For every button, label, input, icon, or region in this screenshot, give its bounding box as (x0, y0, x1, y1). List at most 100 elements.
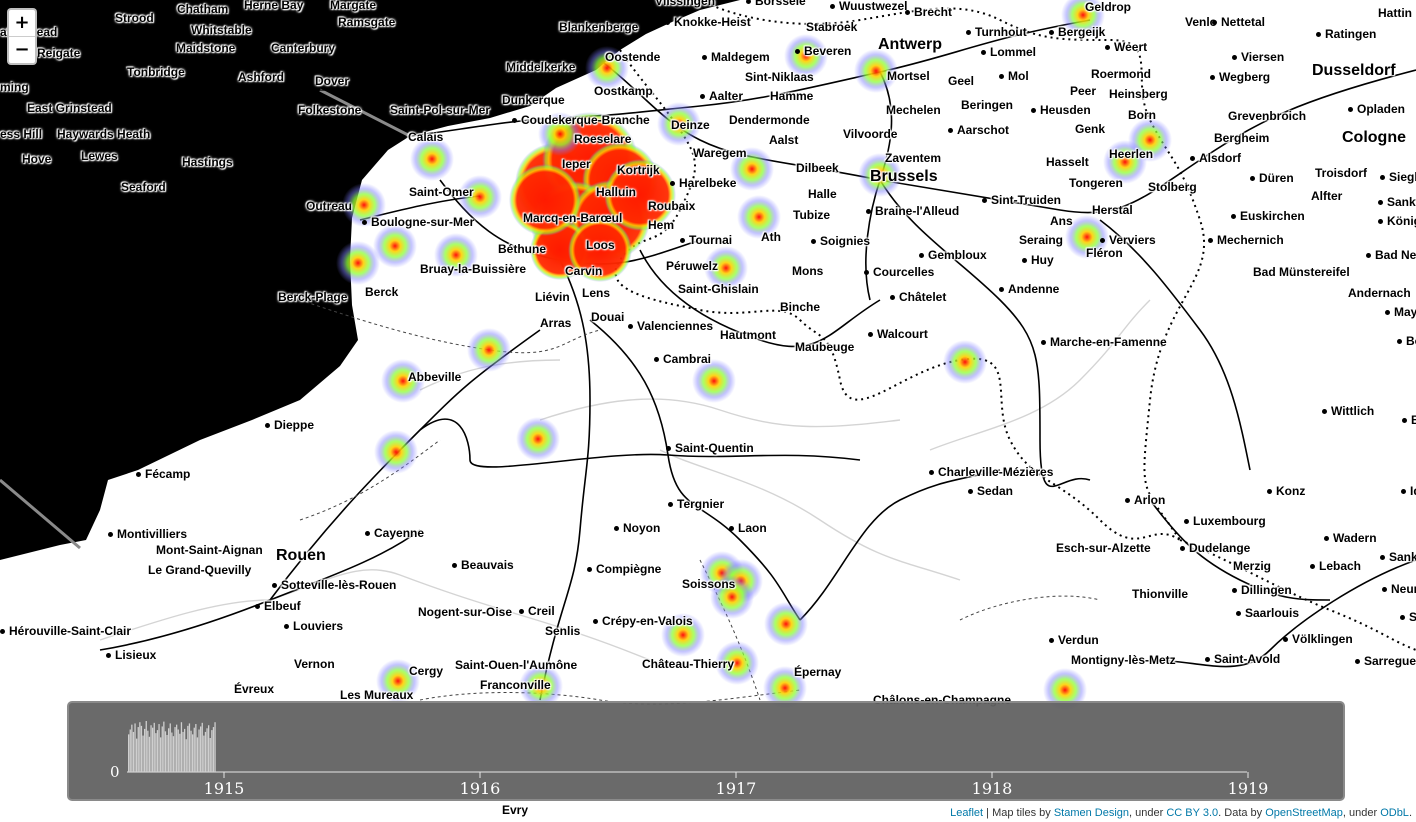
place-label: Loos (586, 238, 615, 252)
place-name: Heerlen (1109, 147, 1154, 161)
place-dot (72, 154, 77, 160)
place-label: Hattin (1378, 6, 1412, 20)
place-dot (1355, 659, 1360, 665)
place-label: Seraing (1019, 233, 1063, 247)
zoom-in-button[interactable]: + (9, 10, 35, 36)
place-label: Cergy (409, 664, 443, 678)
place-name: Bop (1406, 334, 1416, 348)
place-dot (519, 609, 524, 615)
place-label: Mayen (1385, 305, 1416, 319)
place-name: Whitstable (191, 23, 252, 37)
place-name: Vlissingen (655, 0, 716, 8)
place-dot (168, 7, 173, 13)
stamen-link[interactable]: Stamen Design (1054, 807, 1129, 819)
place-label: Abbeville (408, 370, 461, 384)
place-name: Hem (648, 218, 675, 232)
timeline-chart[interactable]: 0 1915 1916 1917 1918 1919 (69, 703, 1343, 799)
place-label: Tonbridge (118, 65, 185, 79)
place-name: Kortrijk (617, 163, 660, 177)
place-name: Cambrai (663, 352, 712, 366)
place-label: Stabroek (806, 20, 857, 34)
place-name: Sotteville-lès-Rouen (281, 578, 397, 592)
timeline-bar (166, 734, 168, 772)
place-name: Wuustwezel (839, 0, 908, 13)
odbl-link[interactable]: ODbL (1380, 807, 1409, 819)
place-name: Saint-Quentin (675, 441, 754, 455)
place-dot (729, 526, 734, 532)
place-name: Douai (591, 310, 625, 324)
place-dot (1310, 564, 1315, 570)
place-name: Mortsel (887, 69, 930, 83)
place-name: Sint-Niklaas (745, 70, 814, 84)
place-name: Hautmont (720, 328, 776, 342)
place-label: Heerlen (1109, 147, 1153, 161)
place-dot (18, 106, 23, 112)
place-name: Folkestone (298, 103, 362, 117)
place-name: Mechelen (886, 103, 941, 117)
leaflet-link[interactable]: Leaflet (950, 807, 983, 819)
place-dot (668, 502, 673, 508)
timeline-bar (208, 725, 210, 772)
place-dot (321, 3, 326, 9)
place-name: Beringen (961, 98, 1014, 112)
place-label: Lisieux (106, 648, 156, 662)
place-label: Maldegem (702, 50, 770, 64)
place-dot (1022, 258, 1027, 264)
place-dot (255, 604, 260, 610)
place-name: Ieper (562, 157, 591, 171)
place-name: Born (1128, 108, 1156, 122)
osm-link[interactable]: OpenStreetMap (1265, 807, 1343, 819)
timeline-bar (142, 735, 144, 772)
place-dot (1184, 519, 1189, 525)
timeline-x-tick-label: 1916 (460, 779, 501, 798)
place-name: Stolberg (1148, 180, 1197, 194)
timeline-bar (148, 736, 151, 772)
place-name: Aarschot (957, 123, 1010, 137)
place-label: ess Hill (0, 127, 42, 141)
timeline-bar (128, 734, 130, 772)
place-name: Evry (502, 803, 529, 817)
place-label: Creil (519, 604, 555, 618)
zoom-out-button[interactable]: − (9, 36, 35, 63)
place-name: Soissons (682, 577, 736, 591)
place-label: Verdun (1049, 633, 1099, 647)
place-name: Tongeren (1069, 176, 1123, 190)
place-label: Margate (321, 0, 376, 12)
place-label: Geldrop (1085, 0, 1131, 14)
timeline-y-tick: 0 (110, 763, 120, 781)
place-label: Vlissingen (655, 0, 715, 8)
place-name: Dudelange (1189, 541, 1251, 555)
place-name: Mons (792, 264, 824, 278)
cc-by-link[interactable]: CC BY 3.0 (1166, 807, 1218, 819)
place-label: Blankenberge (550, 20, 638, 34)
place-name: Maldegem (711, 50, 770, 64)
place-label: Wegberg (1210, 70, 1270, 84)
place-label: Tergnier (668, 497, 724, 511)
place-dot (1401, 489, 1406, 495)
place-label: Les Mureaux (340, 688, 413, 702)
place-dot (1208, 238, 1213, 244)
place-label: Maidstone (167, 41, 235, 55)
place-dot (700, 94, 705, 100)
place-label: Waregem (693, 146, 747, 160)
place-label: Sotteville-lès-Rouen (272, 578, 396, 592)
timeline-x-tick-label: 1919 (1228, 779, 1269, 798)
place-label: Hasselt (1046, 155, 1089, 169)
place-name: Id (1410, 484, 1416, 498)
place-label: Saint-Ouen-l'Aumône (455, 658, 577, 672)
timeline-panel[interactable]: 0 1915 1916 1917 1918 1919 (67, 701, 1345, 801)
place-dot (811, 239, 816, 245)
place-label: Sankt (1380, 550, 1416, 564)
place-dot (284, 624, 289, 630)
place-label: Hérouville-Saint-Clair (0, 624, 131, 638)
place-dot (1231, 214, 1236, 220)
place-label: Heinsberg (1109, 87, 1168, 101)
place-name: Cologne (1342, 129, 1406, 146)
place-name: Halluin (596, 185, 637, 199)
place-name: Roubaix (648, 199, 696, 213)
place-name: Dieppe (274, 418, 315, 432)
place-name: Haywards Heath (57, 127, 151, 141)
place-name: Maidstone (176, 41, 236, 55)
place-label: Sint-Niklaas (745, 70, 814, 84)
place-label: Herstal (1092, 203, 1133, 217)
